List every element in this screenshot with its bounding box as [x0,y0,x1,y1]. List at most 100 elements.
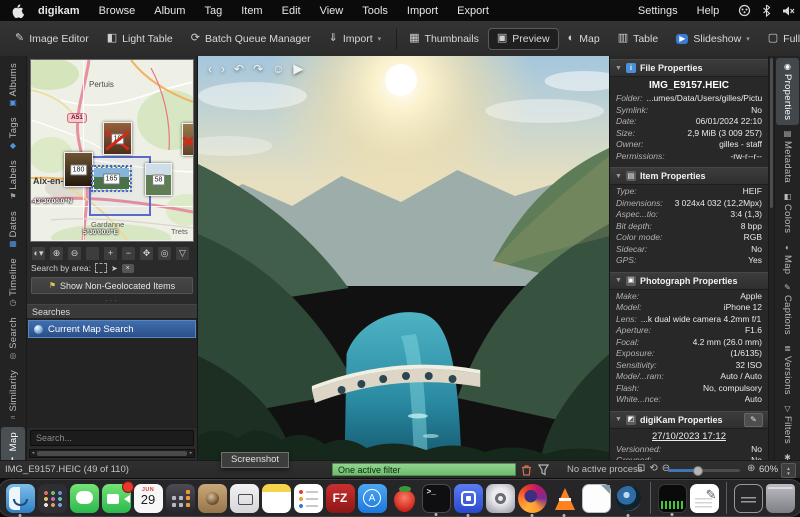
saved-searches-list[interactable]: Current Map Search [27,319,197,428]
step-down-icon[interactable]: ▼ [786,471,790,476]
menu-settings[interactable]: Settings [638,5,678,17]
toolbar-button[interactable]: ▣ Preview [488,28,559,50]
pointer-select-icon[interactable]: ➤ [111,264,118,273]
menu-tools[interactable]: Tools [362,5,388,17]
menu-tag[interactable]: Tag [204,5,222,17]
dock-trash[interactable] [766,484,795,513]
scrollbar-thumb[interactable] [770,58,773,208]
geolocation-map[interactable]: Pertuis A51 Aix-en-Provence Gardanne Tre… [30,59,194,242]
add-face-tag-icon[interactable]: ☺ [272,62,284,76]
dock-messages[interactable] [70,484,99,513]
zoom-stepper[interactable]: ▲▼ [781,463,796,478]
panel-splitter[interactable]: ··· [27,296,197,304]
map-control-button[interactable]: ▽ [175,246,190,261]
digikam-properties-header[interactable]: ▼ ◩ digiKam Properties ✎ [610,411,768,429]
photograph-properties-header[interactable]: ▼ ▣ Photograph Properties [610,272,768,290]
zoom-slider-handle[interactable] [693,466,703,476]
map-marker-excluded-partial[interactable] [182,123,194,156]
dock-system-settings[interactable] [486,484,515,513]
menu-album[interactable]: Album [154,5,185,17]
toolbar-button[interactable]: ⇓ Import ▾ [320,28,391,50]
menu-browse[interactable]: Browse [99,5,136,17]
search-input[interactable] [30,430,194,446]
properties-scrollbar[interactable] [768,56,774,460]
sidebar-tab[interactable]: Timeline ◷ [0,253,26,312]
dock-facetime[interactable] [102,484,131,513]
toolbar-button[interactable]: ▥ Table [609,28,668,50]
dock-app-store[interactable] [358,484,387,513]
map-control-button[interactable] [85,246,100,261]
remove-filter-icon[interactable] [521,464,532,479]
slideshow-play-icon[interactable]: ▶ [293,61,303,77]
toolbar-button[interactable]: ◐ Map [559,28,609,50]
dock-calculator[interactable] [166,484,195,513]
dock-photo-booth[interactable] [198,484,227,513]
dock-libreoffice[interactable] [582,484,611,513]
rotate-right-icon[interactable]: ↷ [253,62,263,76]
zoom-slider[interactable] [668,469,740,472]
menu-import[interactable]: Import [407,5,438,17]
sidebar-tab[interactable]: Search ◎ [0,312,26,365]
toolbar-button[interactable]: ▶ Slideshow ▾ [667,28,759,50]
right-tab[interactable]: ◧ Colors [775,188,800,238]
dock-notes[interactable] [262,484,291,513]
previous-image-icon[interactable]: ‹ [208,62,212,76]
scrollbar-thumb[interactable] [37,451,187,456]
dock-textedit[interactable] [690,484,719,513]
show-non-geolocated-button[interactable]: ⚑ Show Non-Geolocated Items [31,277,193,294]
active-filter-indicator[interactable]: One active filter [332,463,516,476]
stage-manager-icon[interactable] [738,4,751,17]
right-tab[interactable]: ✎ Captions [775,279,800,340]
dock-strawberry[interactable] [390,484,419,513]
sidebar-tab[interactable]: Labels ⚑ [0,155,26,206]
zoom-in-icon[interactable]: ⊕ [747,463,755,474]
dock-filezilla[interactable]: FZ [326,484,355,513]
toolbar-button[interactable]: ◧ Light Table [98,28,182,50]
map-marker[interactable]: 58 [145,163,172,196]
dock-digikam[interactable] [614,484,643,513]
map-marker[interactable]: 180 [64,152,93,187]
bluetooth-icon[interactable] [762,4,771,17]
right-tab[interactable]: ▽ Filters [775,400,800,449]
image-preview[interactable]: ‹ › ↶ ↷ ☺ ▶ [198,56,609,460]
next-image-icon[interactable]: › [221,62,225,76]
map-control-button[interactable]: ✥ [139,246,154,261]
menu-export[interactable]: Export [457,5,489,17]
right-tab[interactable]: ◐ Map [775,239,800,279]
menu-app-name[interactable]: digikam [38,5,80,17]
map-control-button[interactable]: ◎ [157,246,172,261]
region-select-icon[interactable] [95,263,107,273]
scroll-left-icon[interactable]: ◂ [30,450,36,457]
right-tab[interactable]: ◉ Properties [776,58,799,125]
horizontal-scrollbar[interactable]: ◂ ▸ [29,449,195,458]
apple-logo-icon[interactable] [12,4,24,18]
zoom-fit-icon[interactable]: ⊡ [637,463,645,474]
map-marker-selected[interactable]: 165 [93,167,130,190]
dock-calendar[interactable]: JUN 29 [134,484,163,513]
menu-view[interactable]: View [320,5,344,17]
menu-item[interactable]: Item [241,5,262,17]
sidebar-tab[interactable]: Tags ◆ [0,112,26,154]
map-control-button[interactable]: ⊕ [49,246,64,261]
filters-icon[interactable] [538,464,549,479]
item-properties-header[interactable]: ▼ ▤ Item Properties [610,167,768,185]
zoom-percent[interactable]: 60% [759,464,778,475]
map-marker-excluded[interactable]: 10 [103,122,132,155]
scroll-right-icon[interactable]: ▸ [188,450,194,457]
clear-selection-icon[interactable]: × [122,264,134,273]
map-control-button[interactable]: − [121,246,136,261]
digikam-date-link[interactable]: 27/10/2023 17:12 [610,429,768,443]
toolbar-button[interactable]: ✎ Image Editor [6,28,98,50]
map-control-button[interactable]: ◐▾ [31,246,46,261]
dock-launchpad[interactable] [38,484,67,513]
toolbar-button[interactable]: ▢ Full Screen [759,28,800,50]
dock-activity-monitor[interactable] [658,484,687,513]
map-control-button[interactable]: + [103,246,118,261]
right-tab[interactable]: ▤ Metadata [775,125,800,188]
dock-finder[interactable] [6,484,35,513]
volume-mute-icon[interactable] [782,5,795,17]
right-tab[interactable]: ≣ Versions [775,340,800,400]
map-control-button[interactable]: ⊖ [67,246,82,261]
dock-firefox[interactable] [518,484,547,513]
dock-virtual-machine-app[interactable] [454,484,483,513]
